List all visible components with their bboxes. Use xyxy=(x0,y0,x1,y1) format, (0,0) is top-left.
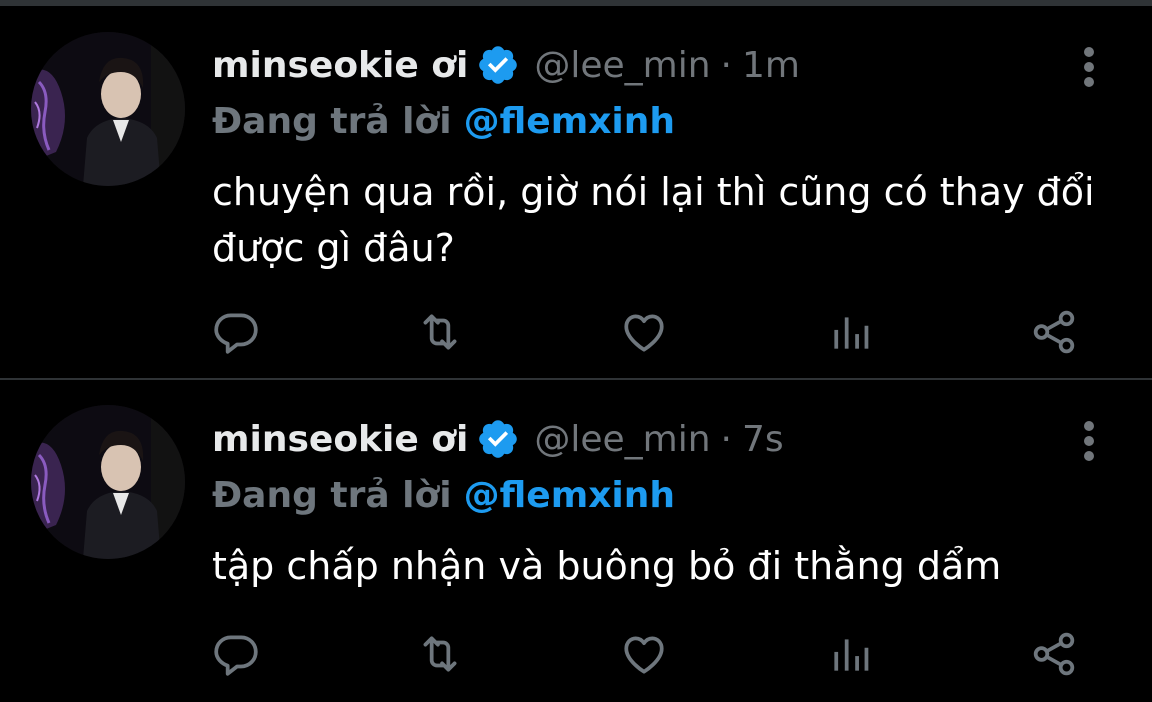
avatar[interactable] xyxy=(31,32,185,186)
verified-badge-icon xyxy=(476,417,520,461)
like-icon xyxy=(624,314,664,352)
replying-to-mention[interactable]: @flemxinh xyxy=(464,475,675,516)
retweet-button[interactable] xyxy=(410,624,470,684)
retweet-icon xyxy=(423,636,457,672)
retweet-icon xyxy=(423,314,457,350)
analytics-button[interactable] xyxy=(820,624,880,684)
display-name[interactable]: minseokie ơi xyxy=(212,45,468,86)
share-icon xyxy=(1033,632,1075,676)
tweet-header: minseokie ơi @lee_min · 1m xyxy=(212,40,800,90)
share-icon xyxy=(1033,310,1075,354)
reply-icon xyxy=(214,313,258,354)
analytics-button[interactable] xyxy=(820,302,880,362)
reply-button[interactable] xyxy=(206,624,266,684)
tweet-header: minseokie ơi @lee_min · 7s xyxy=(212,414,784,464)
separator-dot: · xyxy=(720,44,732,86)
stats-icon xyxy=(834,639,869,671)
tweet[interactable]: minseokie ơi @lee_min · 7s Đang trả lời … xyxy=(0,380,1152,702)
reply-icon xyxy=(214,635,258,676)
share-button[interactable] xyxy=(1024,302,1084,362)
more-vertical-icon xyxy=(1084,47,1094,87)
stats-icon xyxy=(834,317,869,349)
replying-to-label: Đang trả lời xyxy=(212,100,452,142)
share-button[interactable] xyxy=(1024,624,1084,684)
replying-to-mention[interactable]: @flemxinh xyxy=(464,101,675,142)
tweet-actions xyxy=(0,624,1152,684)
replying-to-label: Đang trả lời xyxy=(212,474,452,516)
display-name[interactable]: minseokie ơi xyxy=(212,419,468,460)
more-vertical-icon xyxy=(1084,421,1094,461)
like-button[interactable] xyxy=(614,302,674,362)
tweet-text: tập chấp nhận và buông bỏ đi thằng dẩm xyxy=(212,544,1002,588)
user-handle[interactable]: @lee_min xyxy=(534,419,710,460)
more-options-button[interactable] xyxy=(1074,416,1104,466)
user-handle[interactable]: @lee_min xyxy=(534,45,710,86)
replying-to: Đang trả lời @flemxinh xyxy=(212,472,675,518)
avatar[interactable] xyxy=(31,405,185,559)
replying-to: Đang trả lời @flemxinh xyxy=(212,98,675,144)
timestamp[interactable]: 7s xyxy=(742,419,784,460)
like-button[interactable] xyxy=(614,624,674,684)
verified-badge-icon xyxy=(476,43,520,87)
more-options-button[interactable] xyxy=(1074,42,1104,92)
like-icon xyxy=(624,636,664,674)
retweet-button[interactable] xyxy=(410,302,470,362)
tweet-text: chuyện qua rồi, giờ nói lại thì cũng có … xyxy=(212,170,1095,270)
tweet-actions xyxy=(0,302,1152,362)
reply-button[interactable] xyxy=(206,302,266,362)
separator-dot: · xyxy=(720,418,732,460)
timestamp[interactable]: 1m xyxy=(742,45,800,86)
tweet[interactable]: minseokie ơi @lee_min · 1m Đang trả lời … xyxy=(0,6,1152,378)
